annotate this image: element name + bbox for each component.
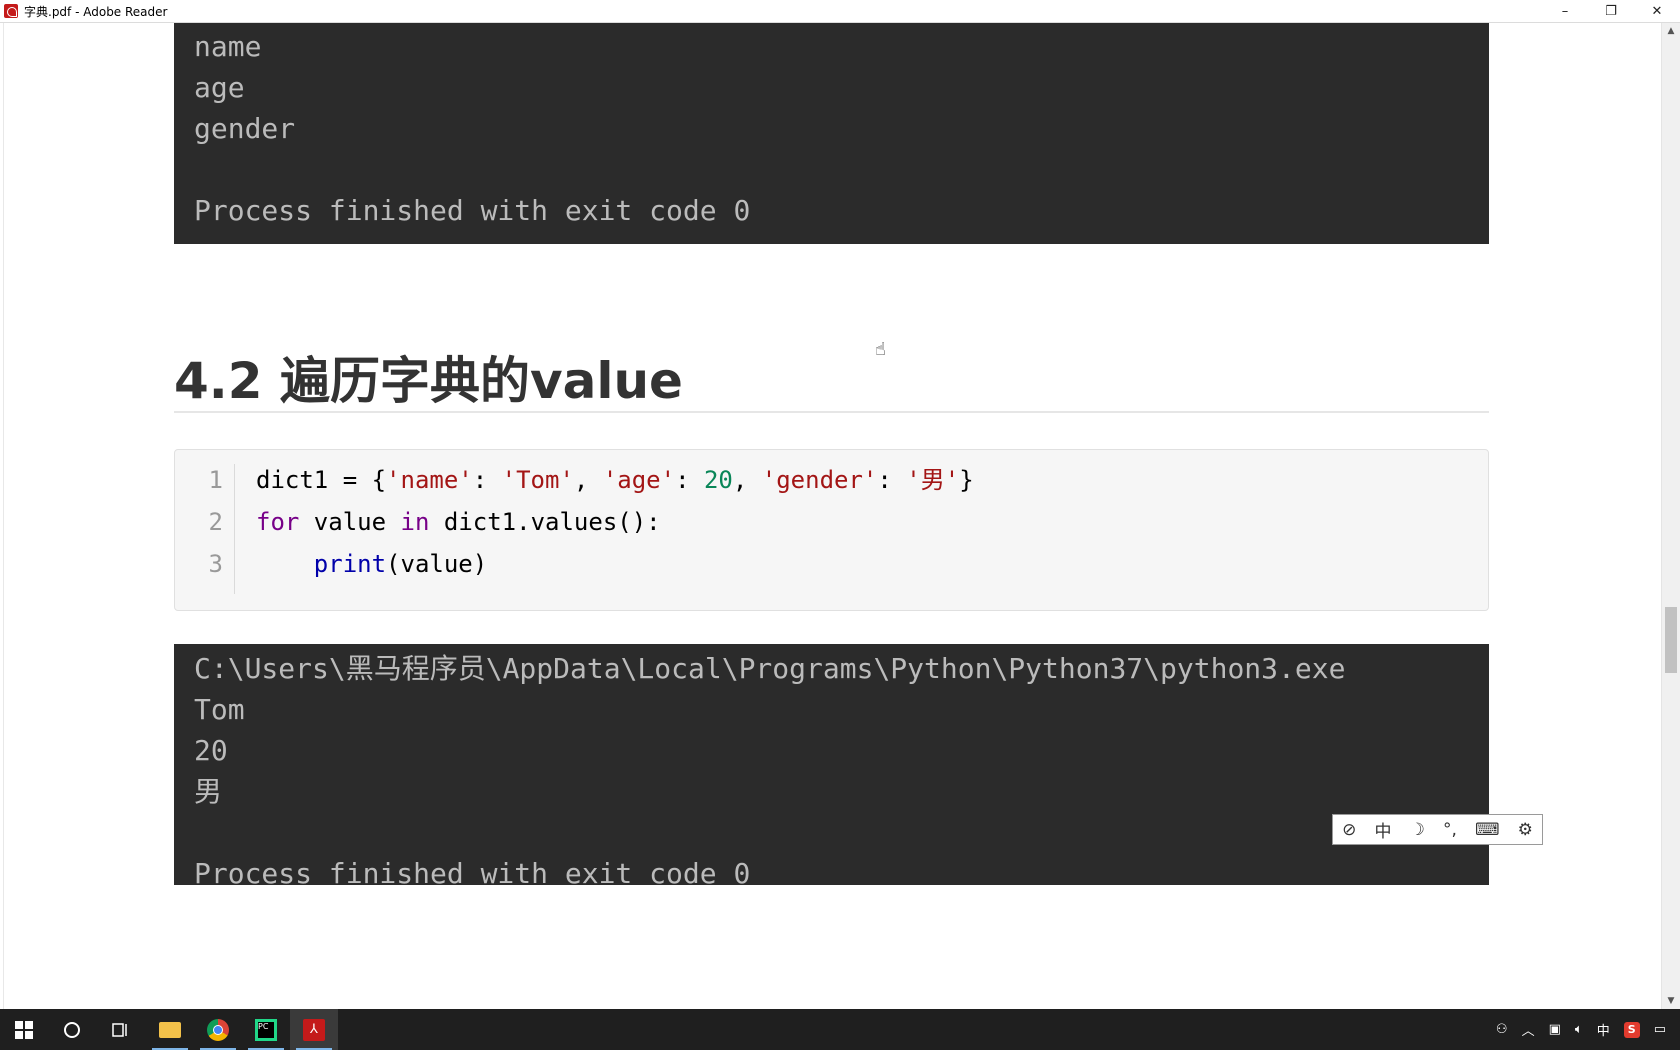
show-hidden-icons-icon[interactable]: ︿	[1522, 1020, 1535, 1039]
bottom-terminal-line	[174, 812, 1489, 853]
close-button[interactable]: ✕	[1634, 0, 1680, 22]
window-title: 字典.pdf - Adobe Reader	[24, 4, 168, 19]
bottom-terminal-line: Process finished with exit code 0	[194, 857, 751, 890]
ime-settings-icon[interactable]: ⚙	[1518, 820, 1533, 840]
ime-toolbar: ⊘ 中 ☽ °, ⌨ ⚙	[1332, 814, 1543, 845]
taskbar-file-explorer[interactable]	[146, 1009, 194, 1050]
code-line: dict1 = {'name': 'Tom', 'age': 20, 'gend…	[256, 459, 974, 501]
scroll-down-arrow-icon[interactable]: ▼	[1662, 993, 1680, 1009]
top-terminal-line: name	[194, 30, 262, 63]
line-number: 1	[208, 466, 223, 494]
line-number-gutter: 1 2 3	[175, 450, 235, 610]
taskbar-pycharm[interactable]	[242, 1009, 290, 1050]
vertical-scrollbar[interactable]: ▲ ▼	[1661, 23, 1680, 1009]
ime-mode-chinese[interactable]: 中	[1374, 817, 1391, 842]
code-token: in	[400, 508, 430, 536]
code-token: dict1 = {	[256, 466, 387, 494]
chrome-icon	[207, 1018, 229, 1041]
code-block: 1 2 3 dict1 = {'name': 'Tom', 'age': 20, '…	[174, 449, 1489, 611]
windows-logo-icon	[15, 1020, 33, 1039]
code-token: ,	[732, 466, 762, 494]
start-button[interactable]	[0, 1009, 48, 1050]
ime-indicator[interactable]: 中	[1597, 1020, 1610, 1039]
top-terminal-output: name age gender Process finished with exit …	[174, 23, 1489, 244]
pycharm-icon	[255, 1018, 277, 1041]
document-view[interactable]: name age gender Process finished with exit …	[0, 23, 1662, 1009]
code-token: }	[959, 466, 974, 494]
code-token: 'name'	[386, 466, 473, 494]
code-token: '男'	[906, 466, 960, 494]
code-token: 20	[703, 466, 733, 494]
window-controls: – ❐ ✕	[1542, 0, 1680, 22]
code-token: 'Tom'	[501, 466, 574, 494]
heading-divider	[174, 411, 1489, 413]
window-title-bar: 字典.pdf - Adobe Reader – ❐ ✕	[0, 0, 1680, 23]
code-token: value	[299, 508, 401, 536]
taskbar: ⅄ ⚇ ︿ ▣ 🔈︎ 中 S ▭	[0, 1009, 1680, 1050]
bottom-terminal-line: 20	[194, 734, 228, 767]
line-number: 2	[208, 508, 223, 536]
search-circle-icon	[64, 1021, 80, 1038]
taskbar-adobe-reader[interactable]: ⅄	[290, 1009, 338, 1050]
bottom-terminal-line: 男	[194, 775, 223, 808]
volume-icon[interactable]: 🔈︎	[1575, 1022, 1583, 1037]
restore-button[interactable]: ❐	[1588, 0, 1634, 22]
line-number: 3	[208, 550, 223, 578]
code-token: 'gender'	[761, 466, 878, 494]
folder-icon	[159, 1021, 181, 1038]
minimize-button[interactable]: –	[1542, 0, 1588, 22]
search-button[interactable]	[48, 1009, 96, 1050]
ime-keyboard-icon[interactable]: ⌨	[1475, 820, 1500, 840]
adobe-reader-icon: ⅄	[303, 1018, 325, 1041]
code-token: print	[313, 550, 387, 578]
page-edge	[3, 23, 4, 1009]
top-terminal-line: Process finished with exit code 0	[194, 194, 751, 227]
code-token: :	[675, 466, 704, 494]
code-token: dict1.values():	[429, 508, 661, 536]
bottom-terminal-line: Tom	[194, 693, 245, 726]
top-terminal-line: gender	[194, 112, 296, 145]
hand-cursor-icon: ☝	[875, 339, 886, 360]
code-token: 'age'	[602, 466, 676, 494]
code-token: :	[877, 466, 907, 494]
ime-logo-icon[interactable]: ⊘	[1342, 820, 1356, 840]
network-icon[interactable]: ▣	[1549, 1022, 1561, 1037]
code-token: (value)	[386, 550, 488, 578]
notification-icon[interactable]: ▭	[1654, 1022, 1666, 1037]
gutter-divider	[234, 464, 235, 594]
system-tray: ⚇ ︿ ▣ 🔈︎ 中 S ▭	[1489, 1009, 1680, 1050]
top-terminal-line	[174, 149, 1489, 190]
bottom-terminal-line: C:\Users\黑马程序员\AppData\Local\Programs\Py…	[194, 652, 1346, 685]
bottom-terminal-output: C:\Users\黑马程序员\AppData\Local\Programs\Py…	[174, 644, 1489, 890]
task-view-button[interactable]	[96, 1009, 144, 1050]
section-heading: 4.2 遍历字典的value	[174, 352, 683, 410]
people-icon[interactable]: ⚇	[1496, 1022, 1508, 1037]
code-token: :	[472, 466, 502, 494]
task-view-icon	[112, 1022, 127, 1037]
code-line: print(value)	[256, 543, 487, 585]
sogou-icon[interactable]: S	[1623, 1021, 1640, 1038]
code-token: ,	[573, 466, 603, 494]
ime-halfwidth-icon[interactable]: ☽	[1410, 820, 1425, 840]
scroll-thumb[interactable]	[1665, 607, 1677, 673]
top-terminal-line: age	[194, 71, 245, 104]
taskbar-chrome[interactable]	[194, 1009, 242, 1050]
ime-punctuation-icon[interactable]: °,	[1443, 820, 1457, 840]
adobe-reader-icon	[4, 4, 18, 18]
code-line: for value in dict1.values():	[256, 501, 661, 543]
scroll-up-arrow-icon[interactable]: ▲	[1662, 23, 1680, 39]
code-token: for	[256, 508, 300, 536]
